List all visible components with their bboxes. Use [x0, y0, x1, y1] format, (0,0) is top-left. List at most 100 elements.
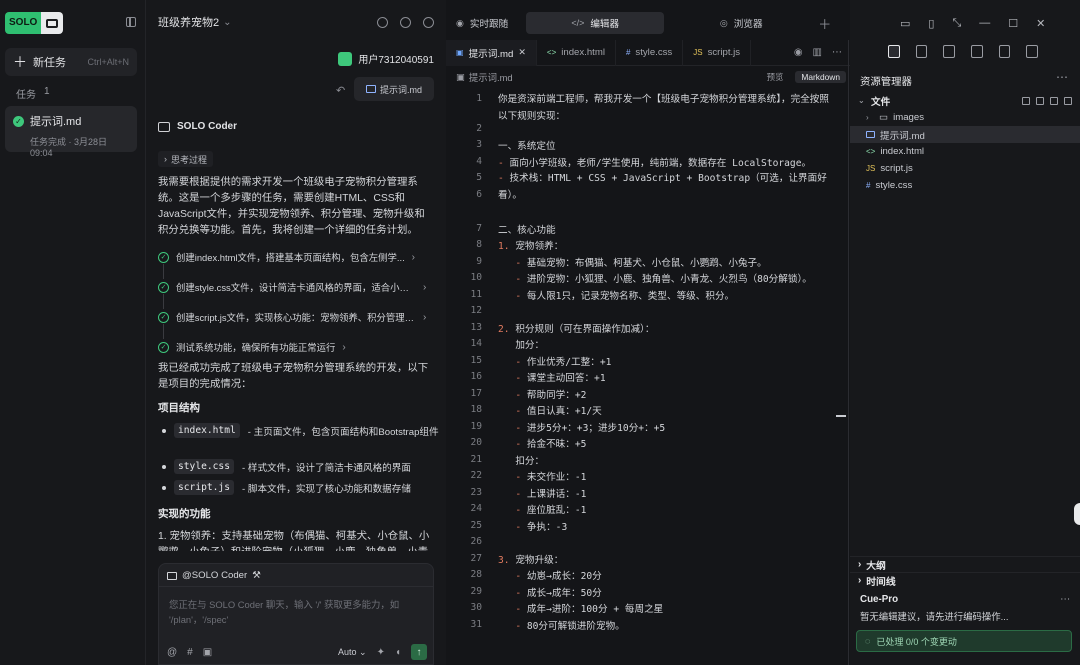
code-line: 二、核心功能: [498, 225, 556, 236]
think-process-toggle[interactable]: › 思考过程: [158, 151, 214, 167]
explorer-panel: ▭ ▯ ⤡ — ☐ ✕ 资源管理器 ⋯ ⌄ 文件 › ▭ images 提示词.…: [850, 0, 1080, 665]
panel-divider[interactable]: [848, 40, 849, 665]
account-icon[interactable]: [423, 16, 434, 28]
new-task-button[interactable]: ＋ 新任务 Ctrl+Alt+N: [5, 48, 137, 76]
chat-input-placeholder[interactable]: 您正在与 SOLO Coder 聊天，输入 '/' 获取更多能力，如 '/pla…: [169, 597, 419, 627]
file-desc: - 脚本文件，实现了核心功能和数据存储: [241, 483, 411, 495]
more-icon[interactable]: ⋯: [832, 47, 842, 58]
refresh-icon[interactable]: [1050, 96, 1058, 105]
outline-section[interactable]: › 大纲: [850, 556, 1080, 572]
sidebar-toggle-icon[interactable]: [126, 17, 136, 27]
close-icon[interactable]: ✕: [518, 47, 526, 58]
tree-item-label: index.html: [880, 146, 925, 157]
edge-handle[interactable]: [1074, 503, 1080, 525]
new-folder-icon[interactable]: [1036, 96, 1044, 105]
chevron-right-icon: ›: [858, 575, 862, 586]
plan-step[interactable]: ✓ 创建index.html文件，搭建基本页面结构，包含左侧学... ›: [158, 242, 434, 279]
tab-live-follow[interactable]: ◉ 实时跟随: [446, 12, 518, 34]
code-editor[interactable]: 1 你是资深前端工程师，帮我开发一个【班级电子宠物积分管理系统】，完全按照以下规则…: [446, 90, 850, 645]
file-bullet: script.js - 脚本文件，实现了核心功能和数据存储: [158, 480, 411, 495]
tree-file[interactable]: 提示词.md: [850, 126, 1080, 143]
mention-icon[interactable]: @: [167, 647, 177, 658]
preview-eye-icon[interactable]: ◉: [794, 47, 803, 58]
line-number: 23: [470, 487, 482, 498]
line-number: 6: [476, 189, 482, 200]
close-window-icon[interactable]: ✕: [1036, 17, 1045, 30]
add-tab-icon[interactable]: ＋: [818, 14, 831, 33]
more-icon[interactable]: ⋯: [1060, 594, 1070, 605]
plan-step[interactable]: ✓ 创建style.css文件，设计简洁卡通风格的界面，适合小学生... ›: [158, 272, 434, 309]
tree-file[interactable]: JS script.js: [850, 160, 1080, 177]
markdown-toggle[interactable]: Markdown: [795, 71, 846, 83]
send-button[interactable]: ↑: [411, 644, 427, 660]
scrollbar-marker[interactable]: [836, 415, 846, 417]
source-control-icon[interactable]: [943, 44, 956, 58]
minimize-icon[interactable]: —: [979, 17, 990, 29]
plan-step[interactable]: ✓ 创建script.js文件，实现核心功能：宠物领养、积分管理、... ›: [158, 302, 434, 339]
breadcrumb-file[interactable]: 提示词.md: [469, 70, 513, 84]
file-tab[interactable]: # style.css: [616, 39, 684, 66]
code-line: - 座位脏乱：-1: [515, 505, 587, 516]
line-number: 20: [470, 437, 482, 448]
code-line: 一、系统定位: [498, 141, 556, 152]
sparkle-icon[interactable]: ✦: [377, 647, 385, 658]
sidebar-right-icon[interactable]: ▯: [928, 17, 934, 30]
maximize-icon[interactable]: ☐: [1008, 17, 1018, 30]
code-line: - 每人限1只，记录宠物名称、类型、等级、积分。: [515, 291, 735, 302]
chat-panel: 班级养宠物2 ⌄ 用户7312040591 ↶ 提示词.md SOLO Code…: [146, 0, 446, 665]
mode-select[interactable]: Auto ⌄: [338, 647, 367, 658]
tab-label: 编辑器: [590, 19, 620, 30]
features-heading: 实现的功能: [158, 508, 211, 520]
attached-file-chip[interactable]: 提示词.md: [354, 77, 434, 101]
tasks-header: 任务 1: [16, 86, 50, 101]
preview-toggle[interactable]: 预览: [767, 71, 784, 83]
mode-label: Auto: [338, 646, 357, 657]
file-tab[interactable]: <> index.html: [537, 39, 616, 66]
explorer-toolbar: [888, 40, 1039, 62]
line-number: 15: [470, 355, 482, 366]
layout-icon[interactable]: ▭: [900, 17, 910, 30]
more-icon[interactable]: ⋯: [1056, 70, 1068, 84]
grid-icon[interactable]: [998, 44, 1011, 58]
monitor-icon[interactable]: [1026, 44, 1039, 58]
tree-folder-images[interactable]: › ▭ images: [850, 109, 1080, 126]
tree-root-files[interactable]: ⌄ 文件: [850, 92, 1080, 109]
file-tab[interactable]: ▣ 提示词.md ✕: [446, 39, 537, 66]
code-line: - 基础宠物：布偶猫、柯基犬、小仓鼠、小鹦鹉、小兔子。: [515, 258, 767, 269]
hash-icon[interactable]: #: [187, 647, 193, 658]
timeline-section[interactable]: › 时间线: [850, 572, 1080, 588]
agent-mention-tag[interactable]: @SOLO Coder ⚒: [167, 570, 261, 581]
outline-label: 大纲: [866, 560, 886, 572]
new-chat-icon[interactable]: [377, 16, 388, 28]
code-line: 2. 积分规则（可在界面操作加减）：: [498, 324, 655, 335]
split-editor-icon[interactable]: ▥: [813, 47, 822, 58]
plan-step[interactable]: ✓ 测试系统功能，确保所有功能正常运行 ›: [158, 332, 434, 362]
chevron-down-icon[interactable]: ⌄: [223, 17, 231, 28]
tree-file[interactable]: # style.css: [850, 177, 1080, 194]
collapse-icon[interactable]: ⤡: [952, 17, 961, 30]
line-number: 5: [476, 172, 482, 183]
search-icon[interactable]: [915, 44, 928, 58]
tab-editor[interactable]: </> 编辑器: [526, 12, 665, 34]
microphone-icon[interactable]: ◖: [395, 647, 401, 658]
line-number: 3: [476, 139, 482, 150]
tree-file[interactable]: <> index.html: [850, 143, 1080, 160]
undo-icon[interactable]: ↶: [336, 84, 345, 97]
editor-panel: ◉ 实时跟随 </> 编辑器 ◎ 浏览器 ＋ ▣ 提示词.md ✕ <> ind…: [446, 0, 850, 665]
tab-browser[interactable]: ◎ 浏览器: [672, 12, 810, 34]
extensions-icon[interactable]: [971, 44, 983, 58]
file-tab[interactable]: JS script.js: [683, 39, 752, 66]
new-file-icon[interactable]: [1022, 96, 1030, 105]
feature-item: 1. 宠物领养：支持基础宠物（布偶猫、柯基犬、小仓鼠、小鹦鹉、小兔子）和进阶宠物…: [158, 531, 430, 551]
chat-title[interactable]: 班级养宠物2: [158, 14, 219, 30]
line-number: 13: [470, 322, 482, 333]
collapse-all-icon[interactable]: [1064, 96, 1072, 105]
step-check-icon: ✓: [158, 341, 169, 353]
app-window: SOLO ＋ 新任务 Ctrl+Alt+N 任务 1 ✓ 提示词.md 任务完成…: [0, 0, 1080, 665]
task-item[interactable]: ✓ 提示词.md 任务完成 · 3月28日 09:04: [5, 106, 137, 158]
files-icon[interactable]: [888, 44, 900, 58]
chat-input-box[interactable]: @SOLO Coder ⚒ 您正在与 SOLO Coder 聊天，输入 '/' …: [158, 563, 434, 665]
image-icon[interactable]: ▣: [203, 647, 212, 658]
settings-gear-icon[interactable]: [400, 16, 411, 28]
agent-icon: [167, 571, 177, 580]
